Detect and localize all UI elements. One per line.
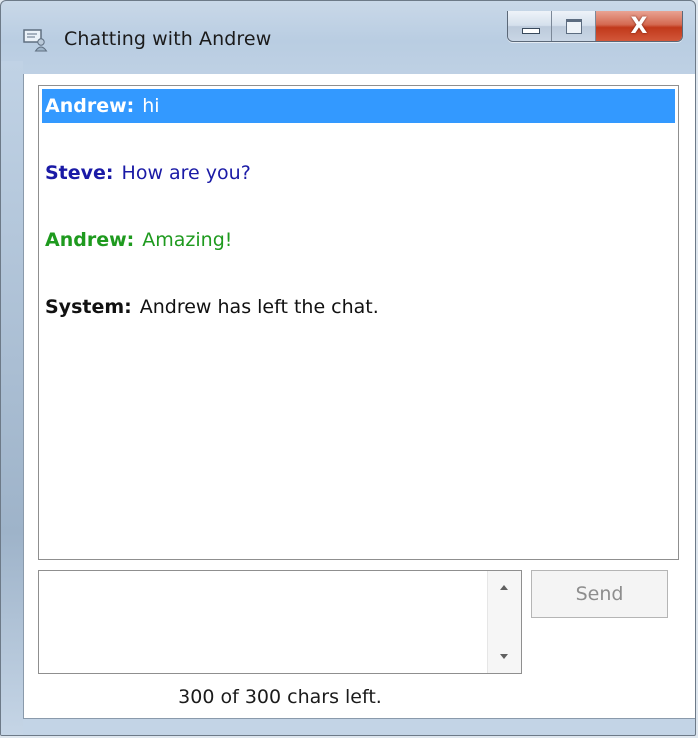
chat-log[interactable]: Andrew: hi Steve: How are you? Andrew: Amaz… xyxy=(38,85,679,560)
message-sender: Steve: xyxy=(45,162,114,184)
minimize-icon xyxy=(522,28,540,34)
minimize-button[interactable] xyxy=(508,11,552,41)
message-text: Andrew has left the chat. xyxy=(139,296,379,318)
input-scrollbar[interactable] xyxy=(487,571,521,673)
scroll-up-arrow-icon[interactable] xyxy=(500,585,508,590)
chat-window: Chatting with Andrew X Andrew: hi Steve: H… xyxy=(0,0,696,736)
chat-message[interactable]: Steve: How are you? xyxy=(42,156,675,190)
close-button[interactable]: X xyxy=(596,11,682,41)
chars-left-counter: 300 of 300 chars left. xyxy=(178,686,382,708)
maximize-button[interactable] xyxy=(552,11,596,41)
caption-buttons: X xyxy=(507,11,683,42)
message-input-box[interactable] xyxy=(38,570,522,677)
window-frame xyxy=(1,61,23,735)
client-area: Andrew: hi Steve: How are you? Andrew: Amaz… xyxy=(23,74,695,719)
chat-window-icon xyxy=(23,29,48,52)
close-icon: X xyxy=(630,13,648,39)
scroll-down-arrow-icon[interactable] xyxy=(500,654,508,659)
message-sender: System: xyxy=(45,296,132,318)
message-text: Amazing! xyxy=(142,229,233,251)
chat-message[interactable]: Andrew: hi xyxy=(42,89,675,123)
message-text: How are you? xyxy=(121,162,251,184)
message-input[interactable] xyxy=(39,571,492,677)
message-sender: Andrew: xyxy=(45,229,135,251)
message-sender: Andrew: xyxy=(45,95,135,117)
title-bar[interactable]: Chatting with Andrew X xyxy=(1,1,695,61)
window-title: Chatting with Andrew xyxy=(64,28,272,50)
send-button[interactable]: Send xyxy=(531,570,668,618)
chat-message[interactable]: Andrew: Amazing! xyxy=(42,223,675,257)
maximize-icon xyxy=(566,19,582,34)
message-text: hi xyxy=(142,95,160,117)
chat-message[interactable]: System: Andrew has left the chat. xyxy=(42,290,675,324)
